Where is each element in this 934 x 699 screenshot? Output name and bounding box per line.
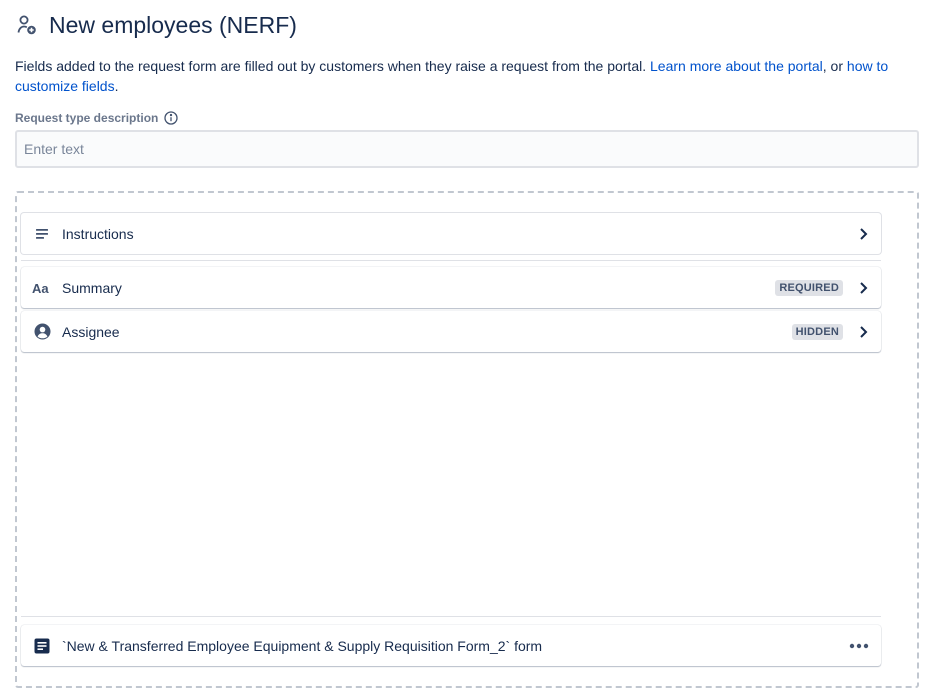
hidden-badge: HIDDEN	[791, 323, 843, 340]
field-card-instructions[interactable]: Instructions	[21, 213, 881, 254]
form-card[interactable]: `New & Transferred Employee Equipment & …	[21, 625, 881, 666]
person-add-icon	[15, 13, 39, 37]
chevron-right-icon[interactable]	[855, 280, 871, 296]
form-dropzone	[15, 191, 919, 688]
page-header: New employees (NERF)	[15, 10, 297, 40]
field-label-assignee: Assignee	[62, 323, 120, 340]
intro-text-after: .	[114, 78, 119, 94]
field-label-instructions: Instructions	[62, 225, 134, 242]
text-format-icon: Aa	[32, 278, 52, 298]
intro-text: Fields added to the request form are fil…	[15, 56, 905, 96]
learn-portal-link[interactable]: Learn more about the portal	[650, 58, 823, 74]
svg-text:Aa: Aa	[32, 281, 49, 295]
field-label-summary: Summary	[62, 279, 122, 296]
intro-text-middle: , or	[822, 58, 847, 74]
page-title: New employees (NERF)	[49, 11, 297, 38]
divider	[21, 260, 881, 261]
user-avatar-icon	[32, 322, 52, 342]
text-lines-icon	[32, 224, 52, 244]
intro-text-before: Fields added to the request form are fil…	[15, 58, 650, 74]
description-input[interactable]	[15, 130, 919, 168]
required-badge: REQUIRED	[775, 279, 843, 296]
description-label-text: Request type description	[15, 111, 159, 125]
info-icon[interactable]	[163, 110, 179, 126]
description-label: Request type description	[15, 109, 179, 127]
chevron-right-icon[interactable]	[855, 226, 871, 242]
divider	[21, 616, 881, 617]
field-card-summary[interactable]: Aa Summary REQUIRED	[21, 267, 881, 308]
form-label: `New & Transferred Employee Equipment & …	[62, 637, 543, 654]
more-options-icon[interactable]	[847, 636, 871, 656]
field-card-assignee[interactable]: Assignee HIDDEN	[21, 311, 881, 352]
form-icon	[32, 636, 52, 656]
chevron-right-icon[interactable]	[855, 324, 871, 340]
